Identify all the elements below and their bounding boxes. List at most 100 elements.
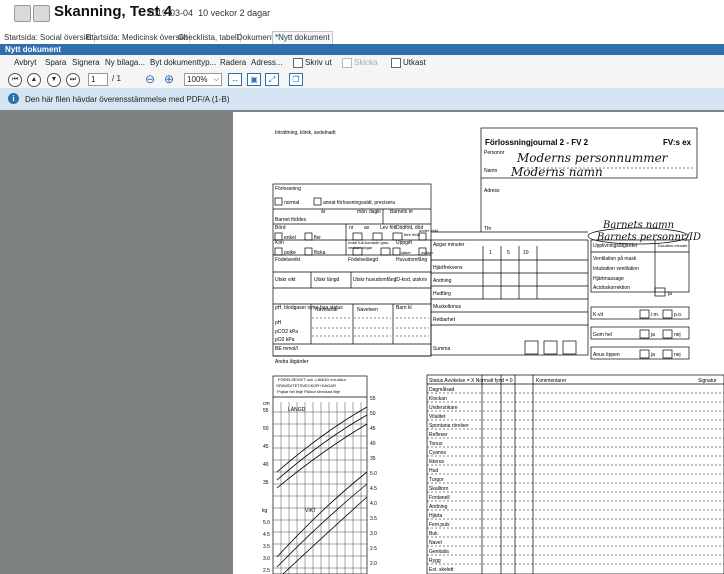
chart-kg: kg [262,508,268,514]
spara-button[interactable]: Spara [45,58,66,67]
patient-icon[interactable] [14,5,31,22]
tab-nytt-dokument[interactable]: *Nytt dokument [272,31,333,44]
chart-right-tick: 35 [370,456,376,462]
chart-right-tick: 40 [370,441,376,447]
skicka-label: Skicka [354,58,378,67]
signera-button[interactable]: Signera [72,58,100,67]
lbl-id-kod: ID-kod, utskriv [395,277,427,283]
record-icon[interactable] [33,5,50,22]
growth-chart-grid [273,402,367,574]
tab-bar: Startsida: Social översikt Startsida: Me… [0,31,724,45]
lbl-flicka: flicka [314,250,326,256]
ny-bilaga-button[interactable]: Ny bilaga... [105,58,145,67]
lbl-k-vit: K-vit [593,312,604,318]
status-item: Tonus [429,441,443,447]
lbl-normal: normal [284,200,299,206]
document-svg: Moderns personnummer Moderns namn Barnet… [262,127,724,574]
chart-right-tick: 45 [370,426,376,432]
chart-cm: cm [263,401,270,407]
last-page-icon[interactable]: ⏭ [66,73,80,87]
lbl-hudfarg: Hudfärg [433,291,451,297]
zoom-in-icon[interactable]: ⊕ [162,72,176,86]
pages-icon[interactable]: ❐ [289,73,303,86]
status-item: Fontanell [429,495,450,501]
fit-width-icon[interactable]: ↔ [228,73,242,86]
lbl-navelartar: Navelartär [315,307,338,313]
lbl-duration: Duration minuter [658,243,688,248]
lbl-bord: Börd [275,225,286,231]
chart-left-tick: 4.5 [263,532,270,538]
lbl-hjartfrekvens: Hjärtfrekvens [433,265,463,271]
lbl-nej-1: nej [674,332,681,338]
chart-right-tick: 2.5 [370,546,377,552]
lbl-nr: nr [349,225,354,231]
status-item: Skalltorn [429,486,449,492]
previous-page-icon[interactable]: ▲ [27,73,41,87]
status-item: Hjärta [429,513,443,519]
doc-title: Förlossningjournal 2 - FV 2 [485,138,589,147]
lbl-lev-fott: Lev fött [380,225,397,231]
info-icon: i [8,93,19,104]
lbl-ja-1: ja [667,291,672,297]
fit-page-icon[interactable]: ▣ [247,73,261,86]
byt-dokumenttyp-button[interactable]: Byt dokumenttyp... [150,58,216,67]
chart-left-tick: 55 [263,408,269,414]
first-page-icon[interactable]: ⏮ [8,73,22,87]
tab-dokument[interactable]: Dokument [235,32,277,43]
panel-header: Nytt dokument [0,44,724,55]
skriv-ut-checkbox[interactable] [293,58,303,68]
status-item: Spontana rörelser [429,423,469,429]
lbl-andra-atgarder: Andra åtgärder [275,358,309,365]
chart-right-tick: 50 [370,411,376,417]
zoom-select[interactable]: 100% ⌵ [184,73,222,86]
status-item: Ikterus [429,459,445,465]
lbl-apgar-10: 10 [523,250,529,256]
tab-medicinsk[interactable]: Startsida: Medicinsk översikt [84,32,191,43]
lbl-barn-kl: Barn kl [396,305,412,311]
lbl-summa: Summa [433,346,450,352]
tab-checklista[interactable]: Checklista, tabell [176,32,242,43]
chart-left-ticks: 55 50 45 40 35 5.0 4.5 3.5 3.0 2.5 [263,408,270,574]
lbl-forlossning: Förlossning [275,186,301,192]
avbryt-button[interactable]: Avbryt [14,58,37,67]
lbl-intubation: Intubation ventilation [593,266,639,272]
status-item: Undersökare [429,405,458,411]
next-page-icon[interactable]: ▼ [47,73,61,87]
zoom-out-icon[interactable]: ⊖ [143,72,157,86]
action-toolbar: Avbryt Spara Signera Ny bilaga... Byt do… [0,55,724,71]
lbl-apgar: Apgar minuter [433,242,465,248]
lbl-utskr-huvud: Utskr huvudomfång [353,276,397,283]
lbl-signatur: Signatur [698,378,717,384]
lbl-apgar-5: 5 [507,250,510,256]
lbl-kl: kl [377,209,381,215]
page-number-input[interactable]: 1 [88,73,108,86]
lbl-pojke: pojke [284,250,296,256]
lbl-utskr-vikt: Utskr vikt [275,277,296,283]
doc-top-left: Inträttning, klinik, avdelnadt [275,130,336,136]
chart-left-tick: 2.5 [263,568,270,574]
chart-right-tick: 4.0 [370,501,377,507]
radera-button[interactable]: Radera [220,58,246,67]
doc-adress-label: Adress [484,188,500,194]
utkast-checkbox[interactable] [391,58,401,68]
lbl-retbarhet: Retbarhet [433,317,456,323]
lbl-pco2: pCO2 kPa [275,329,298,335]
status-item: Fem.puls [429,522,450,528]
patient-header: Skanning, Test 4 2019-03-04 10 veckor 2 … [0,0,724,31]
lbl-ventilation-mask: Ventilation på mask [593,255,637,262]
skicka-checkbox[interactable] [342,58,352,68]
tab-social[interactable]: Startsida: Social översikt [2,32,95,43]
lbl-po: p.o. [674,312,682,318]
skriv-ut-label: Skriv ut [305,58,332,67]
adress-button[interactable]: Adress... [251,58,283,67]
status-item: Navel [429,540,442,546]
fullscreen-icon[interactable]: ⤢ [265,73,279,86]
document-viewer[interactable]: Moderns personnummer Moderns namn Barnet… [0,110,724,574]
lbl-navelven: Navelven [357,307,378,313]
chart-left-tick: 45 [263,444,269,450]
hand-namn: Moderns namn [510,165,603,179]
lbl-kommentarer: Kommentarer [536,378,567,384]
status-item: Cyanos [429,450,446,456]
lbl-kon: Kön [275,240,284,246]
lbl-nej-2: nej [674,352,681,358]
